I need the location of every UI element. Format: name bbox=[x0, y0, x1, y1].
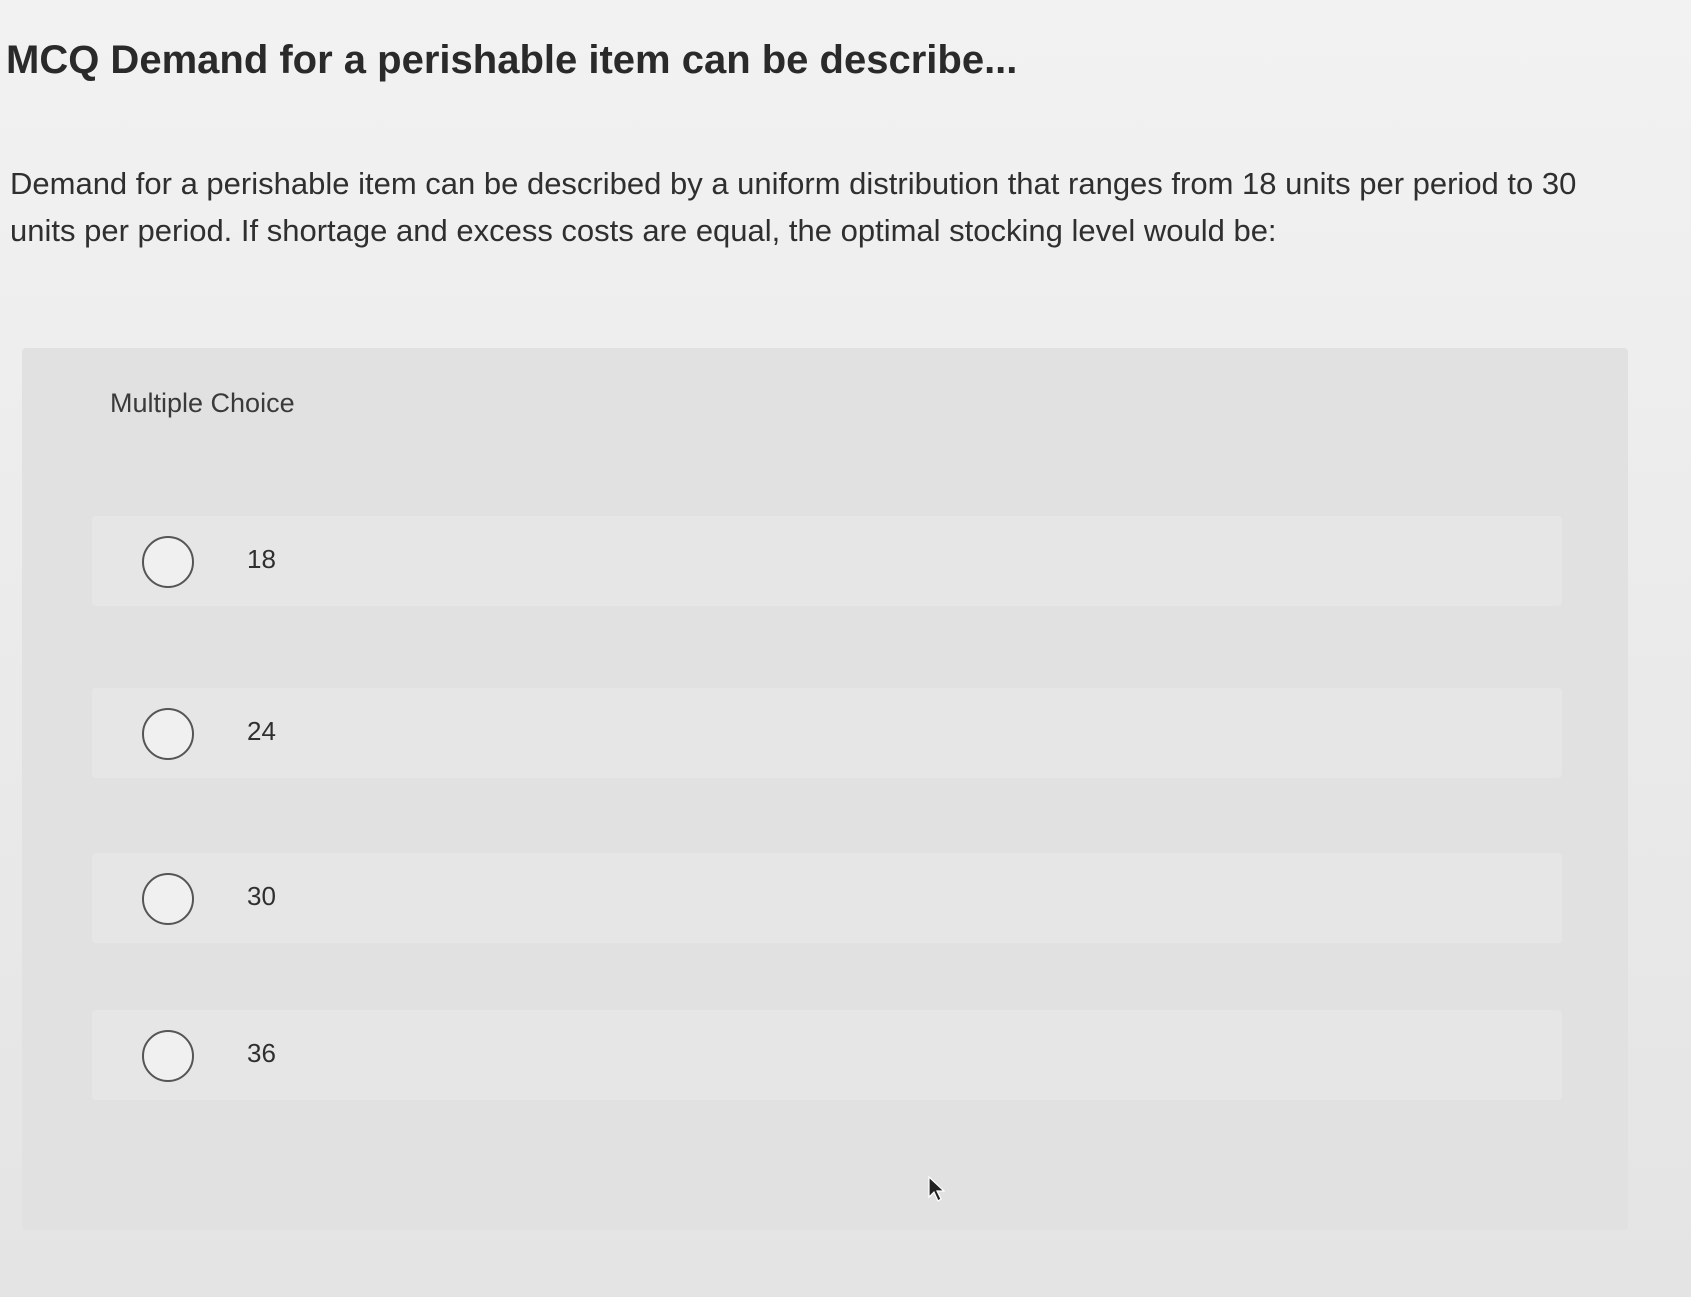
radio-unselected-icon[interactable] bbox=[142, 708, 194, 760]
multiple-choice-panel: Multiple Choice 18 24 30 36 bbox=[22, 348, 1628, 1230]
option-30[interactable]: 30 bbox=[92, 853, 1562, 943]
option-24[interactable]: 24 bbox=[92, 688, 1562, 778]
radio-unselected-icon[interactable] bbox=[142, 1030, 194, 1082]
radio-unselected-icon[interactable] bbox=[142, 536, 194, 588]
option-label: 30 bbox=[247, 881, 276, 911]
radio-unselected-icon[interactable] bbox=[142, 873, 194, 925]
option-label: 24 bbox=[247, 716, 276, 746]
option-label: 36 bbox=[247, 1038, 276, 1068]
option-36[interactable]: 36 bbox=[92, 1010, 1562, 1100]
option-label: 18 bbox=[247, 544, 276, 574]
question-text: Demand for a perishable item can be desc… bbox=[10, 166, 1577, 248]
page: MCQ Demand for a perishable item can be … bbox=[0, 0, 1691, 1297]
option-18[interactable]: 18 bbox=[92, 516, 1562, 606]
multiple-choice-header: Multiple Choice bbox=[110, 388, 295, 418]
question-title: MCQ Demand for a perishable item can be … bbox=[6, 38, 1018, 82]
mouse-pointer-icon bbox=[928, 1175, 946, 1202]
